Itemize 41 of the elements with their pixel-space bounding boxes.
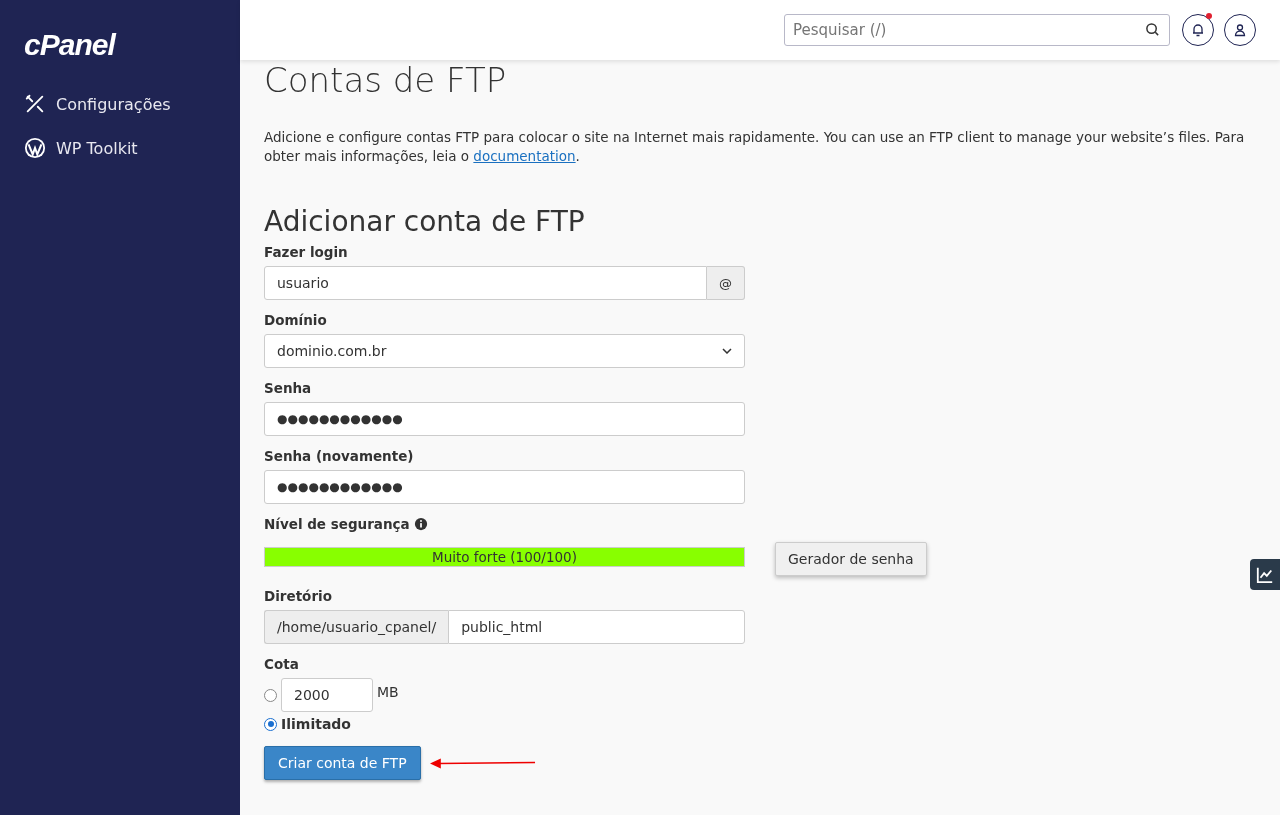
- directory-field[interactable]: public_html: [448, 610, 745, 644]
- notifications-button[interactable]: [1182, 14, 1214, 46]
- documentation-link[interactable]: documentation: [473, 148, 576, 164]
- info-icon[interactable]: [413, 517, 428, 531]
- stats-button[interactable]: [1250, 559, 1280, 590]
- field-label: Domínio: [264, 312, 327, 328]
- unit-label: MB: [377, 684, 399, 700]
- search-field[interactable]: Pesquisar (/): [784, 14, 1170, 46]
- chevron-icon: [722, 348, 732, 354]
- logo[interactable]: cPanel: [0, 28, 115, 62]
- sidebar-item[interactable]: Configurações: [0, 82, 240, 126]
- bell-icon: [1190, 22, 1206, 38]
- strength-text: Muito forte (100/100): [432, 549, 577, 565]
- chart-icon: [1256, 565, 1274, 584]
- field-label: Cota: [264, 656, 299, 672]
- field-label: Diretório: [264, 588, 332, 604]
- field-label: Senha (novamente): [264, 448, 414, 464]
- page-title: Contas de FTP: [264, 60, 508, 100]
- tools-icon: [24, 93, 46, 115]
- field-label: Senha: [264, 380, 312, 396]
- section-title: Adicionar conta de FTP: [264, 204, 586, 240]
- search-icon: [1145, 22, 1160, 37]
- field-label: Fazer login: [264, 244, 348, 260]
- password-generator-button[interactable]: Gerador de senha: [775, 542, 927, 576]
- domain-select[interactable]: dominio.com.br: [264, 334, 745, 368]
- password-field[interactable]: ●●●●●●●●●●●●: [264, 402, 745, 436]
- sidebar-item[interactable]: WP Toolkit: [0, 126, 240, 170]
- intro-text: Adicione e configure contas FTP para colocar o site na Internet mais rapidamente. You can use an FTP client to manage your website’s files. Para obter mais informações, leia o documentation.: [264, 128, 1246, 166]
- quota-field[interactable]: 2000: [281, 678, 373, 712]
- user-icon: [1232, 22, 1248, 38]
- radio-button[interactable]: [264, 688, 277, 702]
- create-account-button[interactable]: Criar conta de FTP: [264, 746, 421, 780]
- directory-prefix: /home/usuario_cpanel/: [264, 610, 449, 644]
- wordpress-icon: [24, 137, 46, 159]
- radio-label: Ilimitado: [281, 716, 351, 732]
- at-addon: @: [707, 266, 745, 300]
- radio-button[interactable]: [264, 717, 277, 731]
- field-label: Nível de segurança: [264, 516, 410, 532]
- password-field[interactable]: ●●●●●●●●●●●●: [264, 470, 745, 504]
- user-button[interactable]: [1224, 14, 1256, 46]
- login-field[interactable]: usuario: [264, 266, 707, 300]
